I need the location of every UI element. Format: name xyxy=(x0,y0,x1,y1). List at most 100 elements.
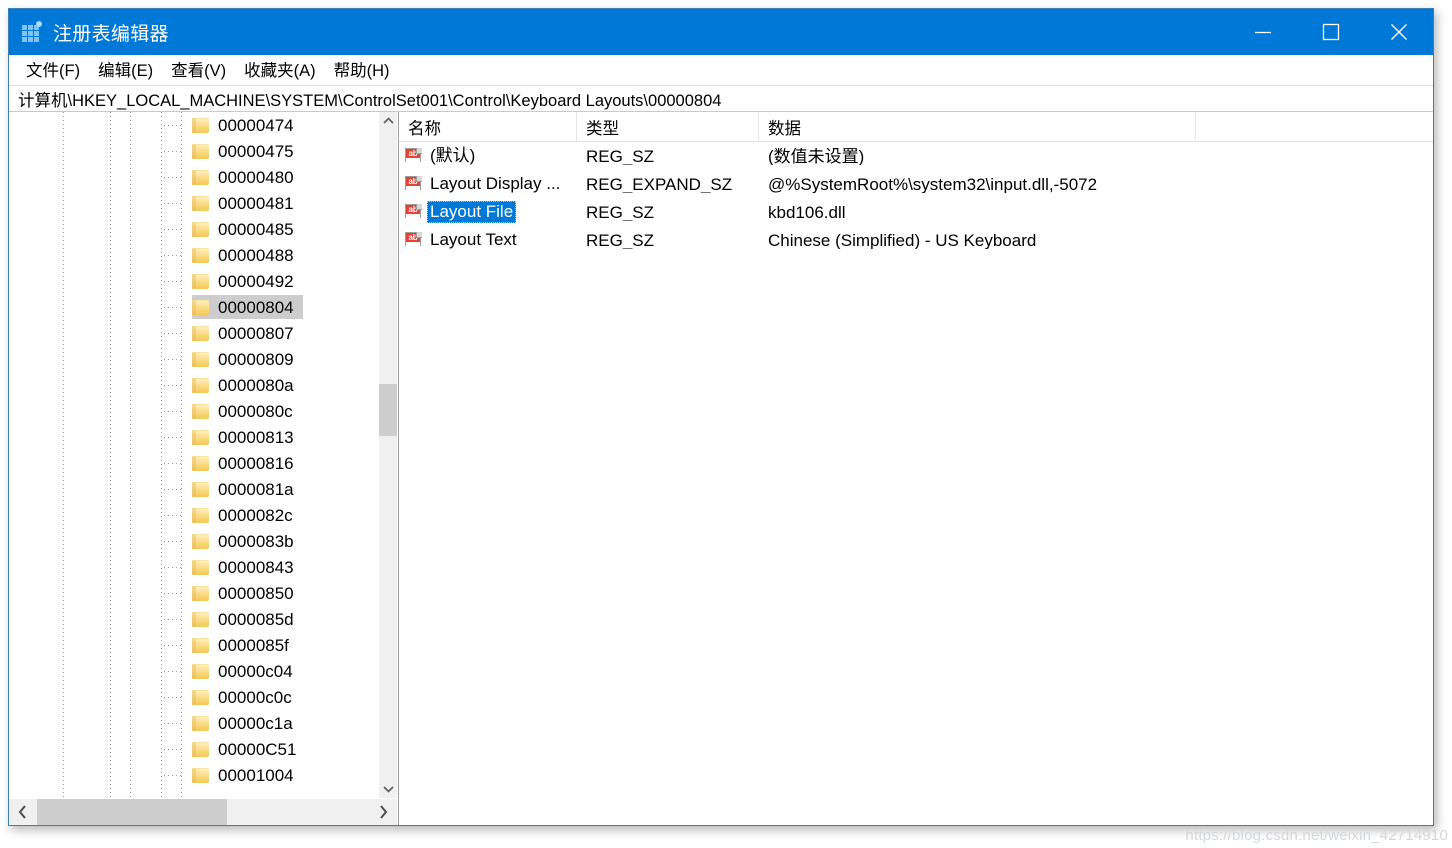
tree-node-body[interactable]: 00000c0c xyxy=(192,685,301,709)
tree-node-body[interactable]: 00000843 xyxy=(192,555,303,579)
tree-node-body[interactable]: 0000085f xyxy=(192,633,298,657)
tree-node[interactable]: 0000081a xyxy=(9,476,378,502)
column-header-name[interactable]: 名称 xyxy=(399,112,577,141)
tree-node-body[interactable]: 00000c1a xyxy=(192,711,302,735)
tree-node[interactable]: 00000492 xyxy=(9,268,378,294)
tree-node-body[interactable]: 00000807 xyxy=(192,321,303,345)
tree-node-body[interactable]: 00000809 xyxy=(192,347,303,371)
tree-node[interactable]: 00000475 xyxy=(9,138,378,164)
tree-node[interactable]: 00000813 xyxy=(9,424,378,450)
menu-item-view[interactable]: 查看(V) xyxy=(162,55,235,84)
tree-view[interactable]: 00000474 00000475 00000480 00000481 00000485… xyxy=(9,112,378,798)
tree-node-body[interactable]: 00000475 xyxy=(192,139,303,163)
tree-node-body[interactable]: 00000474 xyxy=(192,113,303,137)
tree-connector xyxy=(164,333,181,334)
tree-node-body[interactable]: 00000804 xyxy=(192,295,303,319)
tree-node[interactable]: 00000488 xyxy=(9,242,378,268)
value-name-cell[interactable]: ab Layout File xyxy=(399,201,577,223)
value-row[interactable]: ab Layout Text REG_SZ Chinese (Simplified) … xyxy=(399,226,1433,254)
tree-node-body[interactable]: 0000081a xyxy=(192,477,303,501)
tree-node[interactable]: 00000809 xyxy=(9,346,378,372)
tree-node[interactable]: 00000474 xyxy=(9,112,378,138)
tree-node-label: 00000475 xyxy=(218,141,294,161)
tree-node-label: 00000816 xyxy=(218,453,294,473)
scroll-left-button[interactable] xyxy=(9,799,37,825)
tree-node[interactable]: 00000C51 xyxy=(9,736,378,762)
scroll-thumb-vertical[interactable] xyxy=(379,384,397,436)
screenshot-root: 注册表编辑器 文件(F) 编辑(E) 查看(V) 收藏夹(A) 帮助(H) 计算… xyxy=(0,0,1452,848)
scroll-up-button[interactable] xyxy=(379,112,397,130)
menu-item-help[interactable]: 帮助(H) xyxy=(325,55,399,84)
folder-icon xyxy=(192,533,209,549)
value-row[interactable]: ab (默认) REG_SZ (数值未设置) xyxy=(399,142,1433,170)
tree-node[interactable]: 00000485 xyxy=(9,216,378,242)
column-header-data[interactable]: 数据 xyxy=(759,112,1196,141)
tree-node-body[interactable]: 00001004 xyxy=(192,763,303,787)
tree-node[interactable]: 00001004 xyxy=(9,762,378,788)
tree-node-body[interactable]: 0000080c xyxy=(192,399,302,423)
tree-node[interactable]: 0000082c xyxy=(9,502,378,528)
close-button[interactable] xyxy=(1365,9,1433,55)
folder-icon xyxy=(192,377,209,393)
tree-node-body[interactable]: 00000481 xyxy=(192,191,303,215)
tree-node[interactable]: 00000480 xyxy=(9,164,378,190)
values-list[interactable]: ab (默认) REG_SZ (数值未设置) ab Layout Display ... R… xyxy=(399,142,1433,825)
tree-node[interactable]: 00000c0c xyxy=(9,684,378,710)
scroll-thumb-horizontal[interactable] xyxy=(37,799,227,825)
tree-node[interactable]: 0000083b xyxy=(9,528,378,554)
tree-node-body[interactable]: 0000080a xyxy=(192,373,303,397)
tree-node-label: 00000C51 xyxy=(218,739,297,759)
address-bar[interactable]: 计算机\HKEY_LOCAL_MACHINE\SYSTEM\ControlSet… xyxy=(9,85,1433,112)
tree-node-body[interactable]: 00000850 xyxy=(192,581,303,605)
tree-node-body[interactable]: 00000488 xyxy=(192,243,303,267)
tree-node[interactable]: 00000c04 xyxy=(9,658,378,684)
tree-node[interactable]: 0000085f xyxy=(9,632,378,658)
tree-node-label: 0000085f xyxy=(218,635,289,655)
folder-icon xyxy=(192,169,209,185)
scroll-down-button[interactable] xyxy=(379,780,397,798)
value-name-cell[interactable]: ab Layout Display ... xyxy=(399,173,577,195)
title-bar[interactable]: 注册表编辑器 xyxy=(9,9,1433,55)
column-header-type[interactable]: 类型 xyxy=(577,112,759,141)
folder-icon xyxy=(192,585,209,601)
menu-item-edit[interactable]: 编辑(E) xyxy=(89,55,162,84)
tree-node[interactable]: 0000080c xyxy=(9,398,378,424)
tree-connector xyxy=(164,437,181,438)
tree-node[interactable]: 0000085d xyxy=(9,606,378,632)
tree-node-body[interactable]: 00000C51 xyxy=(192,737,305,761)
tree-node-body[interactable]: 0000082c xyxy=(192,503,302,527)
tree-connector xyxy=(164,541,181,542)
tree-node-body[interactable]: 00000c04 xyxy=(192,659,302,683)
scroll-right-button[interactable] xyxy=(369,799,397,825)
tree-node[interactable]: 00000807 xyxy=(9,320,378,346)
tree-node[interactable]: 0000080a xyxy=(9,372,378,398)
tree-node-body[interactable]: 00000492 xyxy=(192,269,303,293)
value-data-cell: (数值未设置) xyxy=(759,148,1433,165)
tree-node-body[interactable]: 0000085d xyxy=(192,607,303,631)
tree-node[interactable]: 00000c1a xyxy=(9,710,378,736)
value-row[interactable]: ab Layout Display ... REG_EXPAND_SZ @%Syste… xyxy=(399,170,1433,198)
tree-node-body[interactable]: 00000816 xyxy=(192,451,303,475)
tree-node[interactable]: 00000804 xyxy=(9,294,378,320)
tree-vertical-scrollbar[interactable] xyxy=(378,112,397,798)
scroll-track-horizontal[interactable] xyxy=(37,799,369,825)
tree-horizontal-scrollbar[interactable] xyxy=(9,798,397,825)
tree-connector xyxy=(164,775,181,776)
tree-node-body[interactable]: 0000083b xyxy=(192,529,303,553)
folder-icon xyxy=(192,143,209,159)
menu-item-favorites[interactable]: 收藏夹(A) xyxy=(235,55,325,84)
tree-connector xyxy=(164,463,181,464)
menu-item-file[interactable]: 文件(F) xyxy=(17,55,89,84)
tree-node[interactable]: 00000850 xyxy=(9,580,378,606)
tree-node[interactable]: 00000843 xyxy=(9,554,378,580)
tree-node-body[interactable]: 00000480 xyxy=(192,165,303,189)
tree-node-body[interactable]: 00000485 xyxy=(192,217,303,241)
maximize-button[interactable] xyxy=(1297,9,1365,55)
tree-node[interactable]: 00000481 xyxy=(9,190,378,216)
tree-node[interactable]: 00000816 xyxy=(9,450,378,476)
value-row[interactable]: ab Layout File REG_SZ kbd106.dll xyxy=(399,198,1433,226)
tree-node-body[interactable]: 00000813 xyxy=(192,425,303,449)
value-name-cell[interactable]: ab (默认) xyxy=(399,145,577,167)
minimize-button[interactable] xyxy=(1229,9,1297,55)
value-name-cell[interactable]: ab Layout Text xyxy=(399,229,577,251)
